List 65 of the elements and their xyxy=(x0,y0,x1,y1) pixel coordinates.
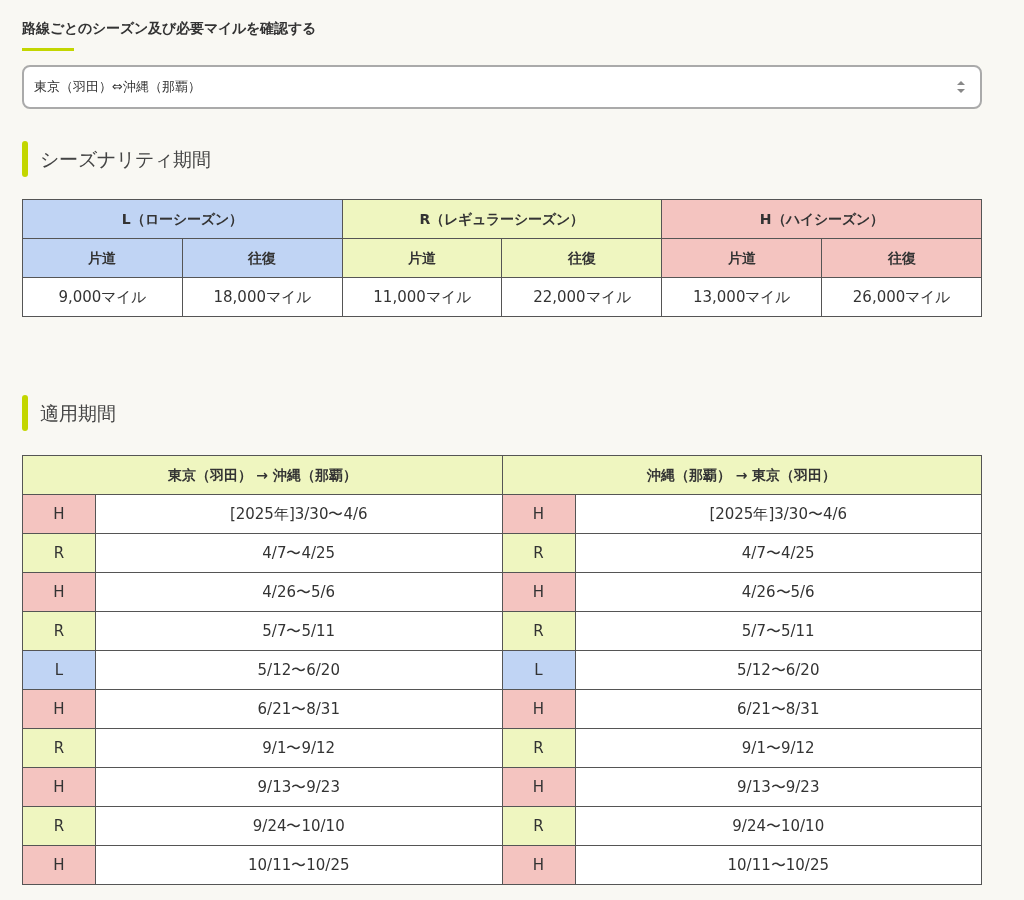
direction-header: 沖縄（那覇） → 東京（羽田） xyxy=(502,455,982,495)
table-cell: [2025年]3/30〜4/6 xyxy=(95,494,502,534)
season-header: H（ハイシーズン） xyxy=(661,199,982,239)
season-cell: R xyxy=(502,533,575,573)
table-cell: 6/21〜8/31 xyxy=(95,689,502,729)
season-cell: H xyxy=(22,494,96,534)
column-header: 往復 xyxy=(182,238,343,278)
table-cell: 9/24〜10/10 xyxy=(95,806,502,846)
table-cell: 11,000マイル xyxy=(342,277,502,317)
season-header: R（レギュラーシーズン） xyxy=(342,199,662,239)
season-cell: R xyxy=(22,806,96,846)
heading-accent-bar xyxy=(22,395,28,431)
section-heading: 適用期間 xyxy=(40,401,116,425)
season-cell: L xyxy=(502,650,575,690)
table-cell: 9,000マイル xyxy=(22,277,183,317)
season-cell: H xyxy=(502,689,575,729)
column-header: 往復 xyxy=(502,238,662,278)
table-cell: [2025年]3/30〜4/6 xyxy=(575,494,982,534)
season-cell: R xyxy=(22,611,96,651)
table-cell: 18,000マイル xyxy=(182,277,343,317)
table-cell: 26,000マイル xyxy=(821,277,982,317)
table-cell: 10/11〜10/25 xyxy=(575,845,982,885)
season-cell: H xyxy=(502,845,575,885)
season-cell: H xyxy=(22,572,96,612)
season-header: L（ローシーズン） xyxy=(22,199,343,239)
heading-accent-bar xyxy=(22,141,28,177)
direction-header: 東京（羽田） → 沖縄（那覇） xyxy=(22,455,502,495)
table-cell: 5/7〜5/11 xyxy=(95,611,502,651)
table-cell: 9/1〜9/12 xyxy=(575,728,982,768)
table-cell: 6/21〜8/31 xyxy=(575,689,982,729)
table-cell: 5/7〜5/11 xyxy=(575,611,982,651)
table-cell: 4/7〜4/25 xyxy=(575,533,982,573)
sort-arrows-icon xyxy=(956,80,966,94)
column-header: 往復 xyxy=(821,238,982,278)
table-cell: 13,000マイル xyxy=(661,277,822,317)
season-cell: R xyxy=(502,806,575,846)
season-cell: R xyxy=(22,728,96,768)
table-cell: 9/13〜9/23 xyxy=(575,767,982,807)
route-select[interactable]: 東京（羽田）⇔沖縄（那覇） xyxy=(22,65,982,109)
season-cell: H xyxy=(502,767,575,807)
title-underline xyxy=(22,48,74,51)
table-cell: 4/26〜5/6 xyxy=(575,572,982,612)
table-cell: 10/11〜10/25 xyxy=(95,845,502,885)
table-cell: 22,000マイル xyxy=(502,277,662,317)
table-cell: 4/7〜4/25 xyxy=(95,533,502,573)
table-cell: 5/12〜6/20 xyxy=(575,650,982,690)
column-header: 片道 xyxy=(22,238,183,278)
table-cell: 9/13〜9/23 xyxy=(95,767,502,807)
column-header: 片道 xyxy=(342,238,502,278)
season-cell: R xyxy=(22,533,96,573)
season-cell: H xyxy=(22,689,96,729)
section-heading: シーズナリティ期間 xyxy=(40,147,211,171)
table-cell: 9/24〜10/10 xyxy=(575,806,982,846)
season-cell: H xyxy=(502,494,575,534)
season-cell: L xyxy=(22,650,96,690)
table-cell: 5/12〜6/20 xyxy=(95,650,502,690)
season-cell: H xyxy=(22,767,96,807)
season-cell: R xyxy=(502,728,575,768)
season-cell: R xyxy=(502,611,575,651)
column-header: 片道 xyxy=(661,238,822,278)
season-cell: H xyxy=(502,572,575,612)
season-cell: H xyxy=(22,845,96,885)
section-title: 路線ごとのシーズン及び必要マイルを確認する xyxy=(22,19,316,38)
table-cell: 9/1〜9/12 xyxy=(95,728,502,768)
table-cell: 4/26〜5/6 xyxy=(95,572,502,612)
